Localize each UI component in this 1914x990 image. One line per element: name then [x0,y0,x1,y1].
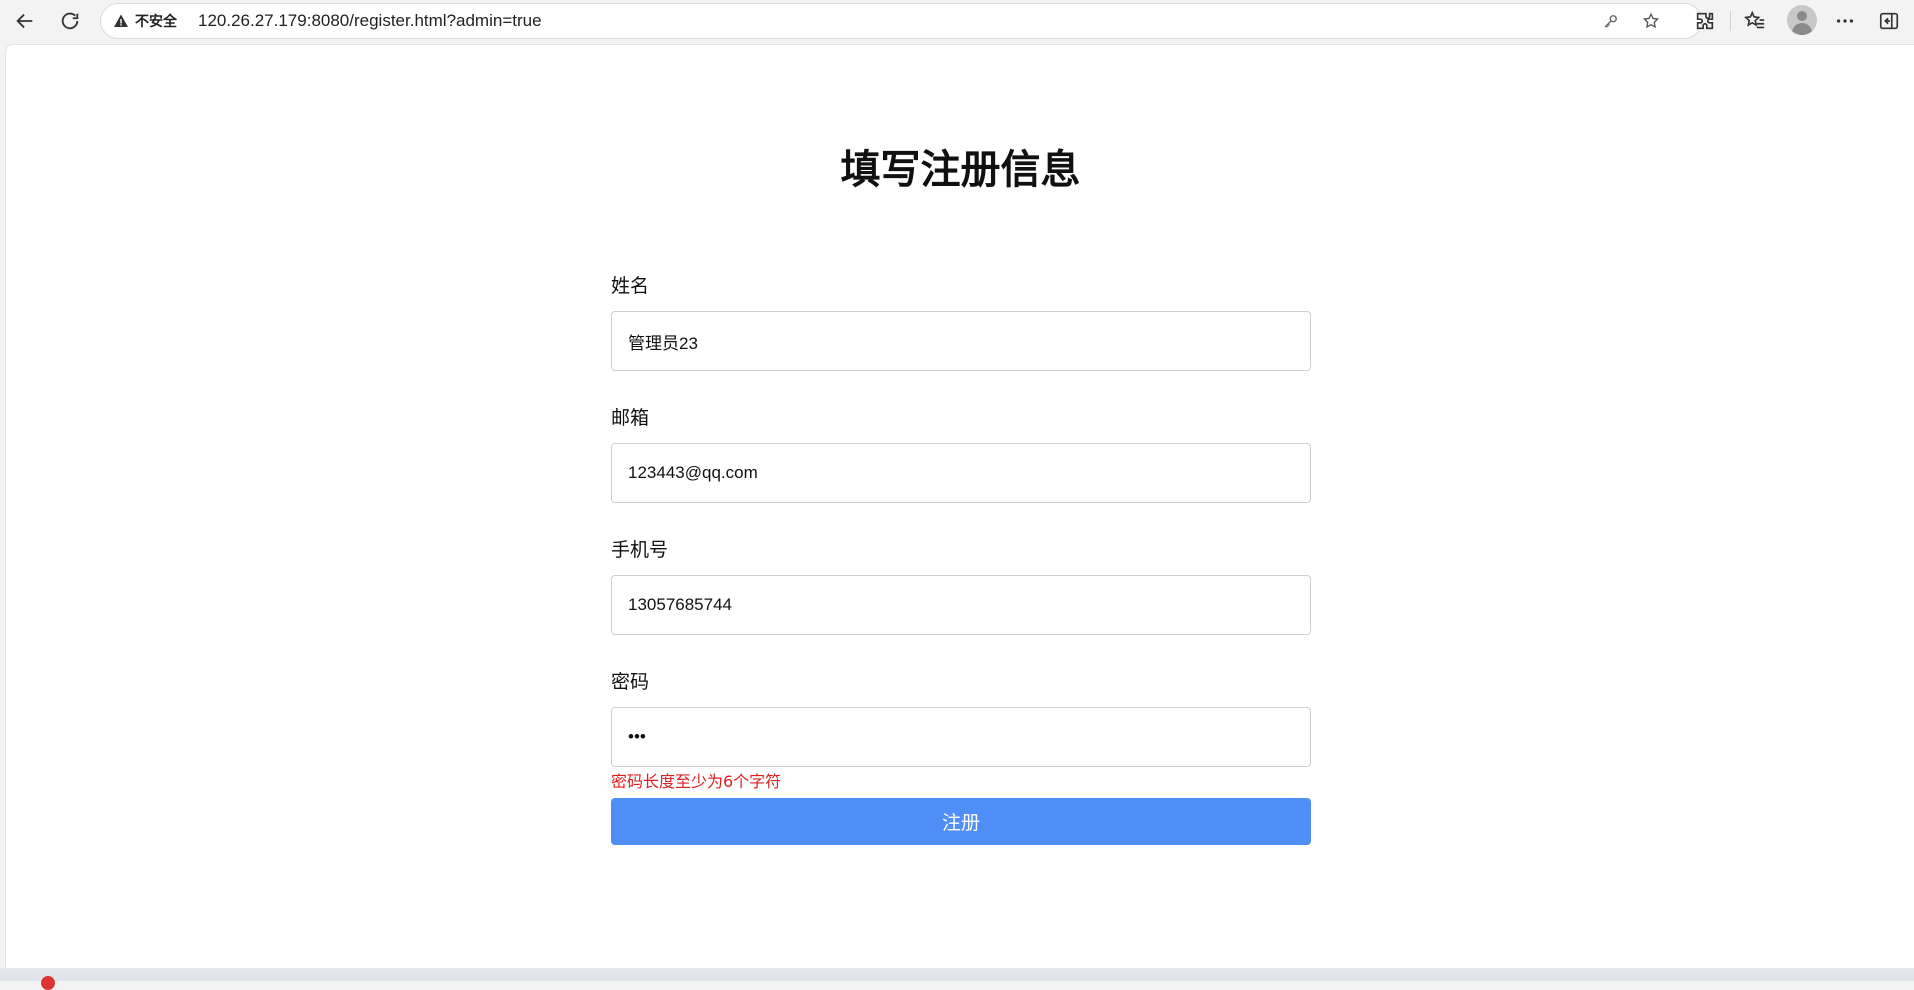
favorites-icon[interactable] [1738,4,1772,38]
register-button[interactable]: 注册 [611,798,1311,845]
taskbar-strip [0,968,1914,981]
security-label[interactable]: 不安全 [135,11,177,31]
key-icon[interactable] [1599,9,1623,33]
phone-field[interactable] [611,575,1311,635]
back-icon[interactable] [8,4,42,38]
page-viewport: 填写注册信息 姓名 邮箱 手机号 密码 密码长度至少为6个字符 注册 [5,44,1914,968]
email-field[interactable] [611,443,1311,503]
star-icon[interactable] [1639,9,1663,33]
password-label: 密码 [611,671,650,693]
browser-toolbar: 不安全 120.26.27.179:8080/register.html?adm… [0,0,1914,42]
url-text[interactable]: 120.26.27.179:8080/register.html?admin=t… [198,11,542,31]
extensions-icon[interactable] [1688,4,1722,38]
profile-avatar[interactable] [1787,5,1817,35]
password-error: 密码长度至少为6个字符 [611,772,782,791]
phone-label: 手机号 [611,539,669,561]
notification-dot [41,976,55,990]
name-field[interactable] [611,311,1311,371]
warning-icon[interactable] [113,13,129,29]
name-label: 姓名 [611,275,650,297]
address-bar[interactable]: 不安全 120.26.27.179:8080/register.html?adm… [100,3,1702,39]
toolbar-divider [1730,11,1731,31]
more-icon[interactable] [1828,4,1862,38]
reload-icon[interactable] [53,4,87,38]
sidebar-icon[interactable] [1872,4,1906,38]
password-field[interactable] [611,707,1311,767]
email-label: 邮箱 [611,407,650,429]
page-title: 填写注册信息 [840,147,1081,193]
